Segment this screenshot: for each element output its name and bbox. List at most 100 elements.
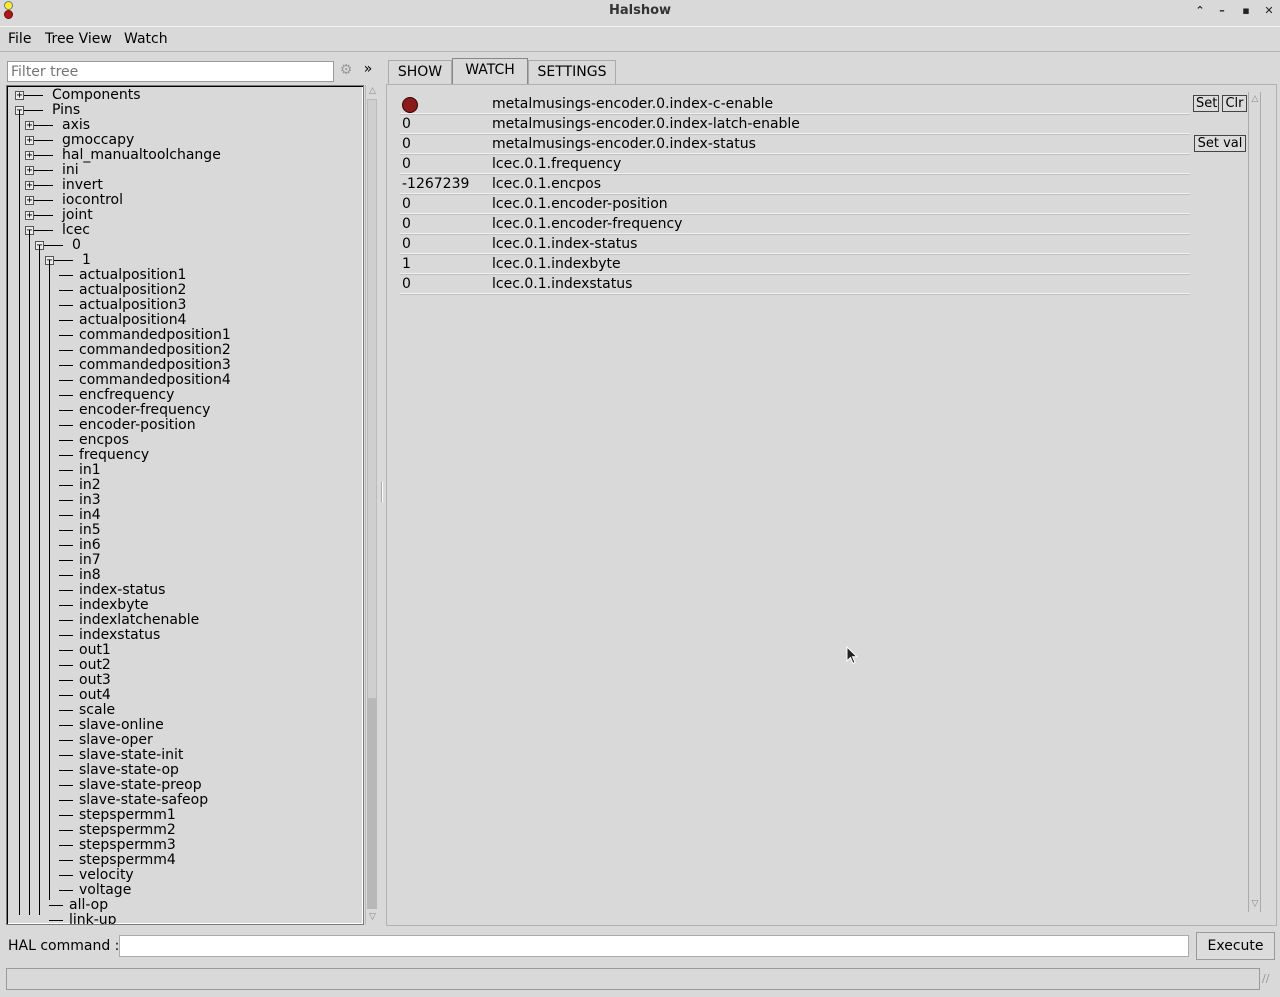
tab-show[interactable]: SHOW — [388, 60, 452, 84]
tree-item[interactable]: stepspermm2 — [79, 823, 176, 838]
tree-item[interactable]: link-up — [69, 913, 117, 925]
tree-item[interactable]: encoder-position — [79, 418, 196, 433]
tree-item[interactable]: in6 — [79, 538, 101, 553]
tree-item[interactable]: Components — [52, 88, 141, 103]
expand-icon[interactable]: + — [25, 151, 34, 161]
tree-item[interactable]: Pins — [52, 103, 80, 118]
tree-item[interactable]: velocity — [79, 868, 134, 883]
set-val-button[interactable]: Set val — [1194, 135, 1246, 152]
tree-item[interactable]: out3 — [79, 673, 111, 688]
expand-icon[interactable]: + — [25, 121, 34, 131]
maximize-icon[interactable]: ▪ — [1238, 3, 1254, 19]
tree-item[interactable]: 0 — [72, 238, 81, 253]
tree-item[interactable]: iocontrol — [62, 193, 123, 208]
tree-item[interactable]: slave-oper — [79, 733, 153, 748]
expand-icon[interactable]: + — [15, 91, 24, 101]
tree-item[interactable]: out1 — [79, 643, 111, 658]
tree-item[interactable]: actualposition2 — [79, 283, 186, 298]
tree-item[interactable]: stepspermm4 — [79, 853, 176, 868]
pane-sash[interactable] — [381, 482, 383, 502]
watch-pin-name[interactable]: metalmusings-encoder.0.index-c-enable — [492, 94, 773, 114]
tree-item[interactable]: indexstatus — [79, 628, 160, 643]
tree-item[interactable]: slave-state-init — [79, 748, 183, 763]
watch-pin-name[interactable]: lcec.0.1.encoder-frequency — [492, 214, 682, 234]
tree-item[interactable]: slave-state-safeop — [79, 793, 208, 808]
watch-pin-name[interactable]: lcec.0.1.encpos — [492, 174, 601, 194]
watch-scroll-up-icon[interactable]: △ — [1249, 93, 1261, 105]
tree-item[interactable]: voltage — [79, 883, 131, 898]
set-button[interactable]: Set — [1193, 95, 1219, 112]
tree-item[interactable]: frequency — [79, 448, 149, 463]
hal-command-input[interactable] — [119, 935, 1189, 957]
tree-item[interactable]: slave-online — [79, 718, 164, 733]
tree-item[interactable]: in3 — [79, 493, 101, 508]
expand-panel-button[interactable]: » — [360, 61, 376, 81]
tree-item[interactable]: scale — [79, 703, 115, 718]
tree-item[interactable]: stepspermm1 — [79, 808, 176, 823]
tree-item[interactable]: in7 — [79, 553, 101, 568]
tree-item[interactable]: out4 — [79, 688, 111, 703]
watch-pin-name[interactable]: lcec.0.1.encoder-position — [492, 194, 668, 214]
tree-item[interactable]: hal_manualtoolchange — [62, 148, 221, 163]
tree-item[interactable]: indexbyte — [79, 598, 149, 613]
tree-item[interactable]: encoder-frequency — [79, 403, 210, 418]
watch-scrollbar[interactable]: △ ▽ — [1248, 92, 1261, 912]
tree-item[interactable]: actualposition4 — [79, 313, 186, 328]
watch-pin-name[interactable]: metalmusings-encoder.0.index-status — [492, 134, 756, 154]
tree-item[interactable]: slave-state-preop — [79, 778, 202, 793]
expand-icon[interactable]: + — [25, 211, 34, 221]
close-icon[interactable]: ✕ — [1261, 3, 1277, 19]
expand-icon[interactable]: + — [25, 166, 34, 176]
tree-item[interactable]: out2 — [79, 658, 111, 673]
tree-item[interactable]: in5 — [79, 523, 101, 538]
tree-item[interactable]: index-status — [79, 583, 165, 598]
scroll-thumb[interactable] — [367, 99, 377, 699]
expand-icon[interactable]: + — [25, 196, 34, 206]
tree-item[interactable]: ini — [62, 163, 79, 178]
shade-icon[interactable]: ⌃ — [1192, 3, 1208, 19]
minimize-icon[interactable]: – — [1214, 3, 1230, 19]
execute-button[interactable]: Execute — [1196, 932, 1275, 960]
tree-item[interactable]: encfrequency — [79, 388, 174, 403]
clr-button[interactable]: Clr — [1222, 95, 1247, 112]
tab-settings[interactable]: SETTINGS — [528, 60, 616, 84]
tree-item[interactable]: commandedposition3 — [79, 358, 231, 373]
watch-scroll-down-icon[interactable]: ▽ — [1249, 898, 1261, 910]
watch-pin-name[interactable]: lcec.0.1.index-status — [492, 234, 637, 254]
gear-icon[interactable]: ⚙ — [338, 62, 354, 80]
tree-item[interactable]: in2 — [79, 478, 101, 493]
menu-watch[interactable]: Watch — [124, 31, 168, 47]
watch-pin-name[interactable]: metalmusings-encoder.0.index-latch-enabl… — [492, 114, 800, 134]
watch-pin-name[interactable]: lcec.0.1.frequency — [492, 154, 621, 174]
tree-item[interactable]: axis — [62, 118, 90, 133]
menu-file[interactable]: File — [8, 31, 31, 47]
resize-grip-icon[interactable]: ∕∕ — [1262, 972, 1278, 992]
filter-tree-input[interactable] — [7, 61, 334, 82]
tree-item[interactable]: invert — [62, 178, 103, 193]
tree-scrollbar[interactable]: △ ▽ — [365, 85, 378, 925]
menu-tree-view[interactable]: Tree View — [45, 31, 112, 47]
tree-item[interactable]: commandedposition4 — [79, 373, 231, 388]
tree-item[interactable]: encpos — [79, 433, 129, 448]
tree-item[interactable]: all-op — [69, 898, 108, 913]
tree-item[interactable]: in8 — [79, 568, 101, 583]
watch-pin-name[interactable]: lcec.0.1.indexbyte — [492, 254, 621, 274]
tree-item[interactable]: stepspermm3 — [79, 838, 176, 853]
scroll-up-icon[interactable]: △ — [366, 85, 379, 97]
tree-item[interactable]: commandedposition1 — [79, 328, 231, 343]
watch-pin-name[interactable]: lcec.0.1.indexstatus — [492, 274, 632, 294]
hal-tree[interactable]: +Components−Pins+axis+gmoccapy+hal_manua… — [6, 85, 364, 925]
tree-item[interactable]: actualposition1 — [79, 268, 186, 283]
tree-item[interactable]: joint — [62, 208, 93, 223]
tree-item[interactable]: commandedposition2 — [79, 343, 231, 358]
tab-watch[interactable]: WATCH — [452, 58, 528, 85]
tree-item[interactable]: lcec — [62, 223, 90, 238]
tree-item[interactable]: indexlatchenable — [79, 613, 199, 628]
scroll-trough[interactable] — [367, 699, 377, 909]
tree-item[interactable]: gmoccapy — [62, 133, 134, 148]
scroll-down-icon[interactable]: ▽ — [366, 911, 379, 923]
expand-icon[interactable]: + — [25, 136, 34, 146]
tree-item[interactable]: 1 — [82, 253, 91, 268]
tree-item[interactable]: actualposition3 — [79, 298, 186, 313]
tree-item[interactable]: slave-state-op — [79, 763, 179, 778]
